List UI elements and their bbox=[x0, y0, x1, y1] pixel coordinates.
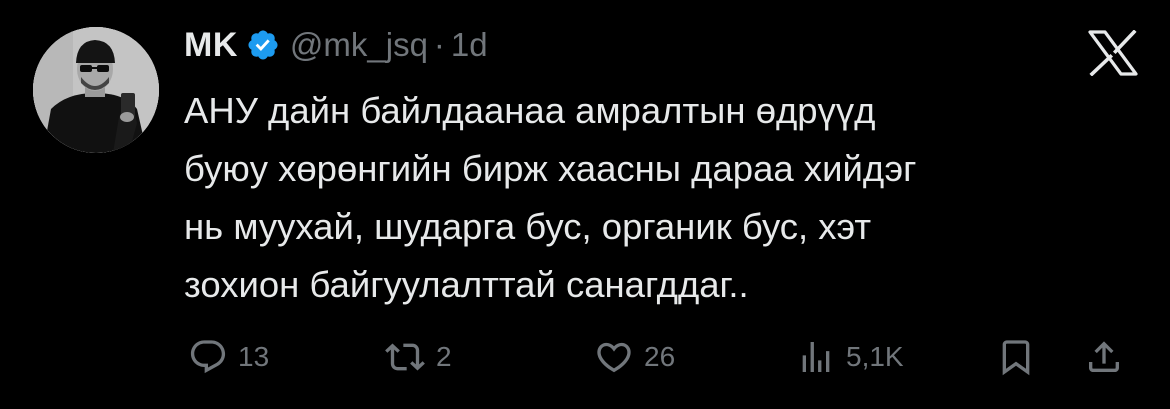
tweet-text-line: АНУ дайн байлдаанаа амралтын өдрүүд bbox=[184, 90, 876, 131]
share-button[interactable] bbox=[1084, 330, 1124, 384]
reply-icon bbox=[190, 340, 226, 374]
share-icon bbox=[1089, 341, 1119, 372]
heart-icon bbox=[597, 342, 631, 373]
timestamp[interactable]: 1d bbox=[451, 26, 488, 64]
tweet-header: MK @mk_jsq · 1d bbox=[184, 22, 488, 68]
repost-count: 2 bbox=[436, 341, 452, 372]
repost-button[interactable]: 2 bbox=[384, 330, 452, 384]
like-count: 26 bbox=[644, 341, 676, 372]
views-button[interactable]: 5,1K bbox=[796, 330, 904, 384]
reply-count: 13 bbox=[238, 341, 270, 372]
reply-button[interactable]: 13 bbox=[188, 330, 269, 384]
tweet-card[interactable]: MK @mk_jsq · 1d АНУ дайн байлдаанаа амра… bbox=[0, 0, 1170, 409]
repost-icon bbox=[385, 343, 425, 371]
tweet-text: АНУ дайн байлдаанаа амралтын өдрүүд буюу… bbox=[184, 82, 1084, 314]
avatar[interactable] bbox=[33, 27, 159, 153]
tweet-actions: 13 2 26 5,1K bbox=[0, 330, 1170, 384]
bookmark-button[interactable] bbox=[996, 330, 1036, 384]
tweet-text-line: зохион байгуулалттай санагддаг.. bbox=[184, 264, 749, 305]
author-handle[interactable]: @mk_jsq bbox=[290, 26, 428, 64]
tweet-text-line: нь муухай, шударга бус, органик бус, хэт bbox=[184, 206, 872, 247]
display-name[interactable]: MK bbox=[184, 26, 238, 65]
analytics-icon bbox=[802, 342, 830, 372]
profile-photo-icon bbox=[33, 27, 159, 153]
x-logo-icon bbox=[1087, 29, 1139, 77]
view-count: 5,1K bbox=[846, 341, 904, 372]
separator-dot: · bbox=[433, 26, 445, 63]
tweet-text-line: буюу хөрөнгийн бирж хаасны дараа хийдэг bbox=[184, 148, 917, 189]
verified-badge-icon bbox=[246, 28, 280, 62]
like-button[interactable]: 26 bbox=[594, 330, 675, 384]
bookmark-icon bbox=[1002, 340, 1030, 376]
